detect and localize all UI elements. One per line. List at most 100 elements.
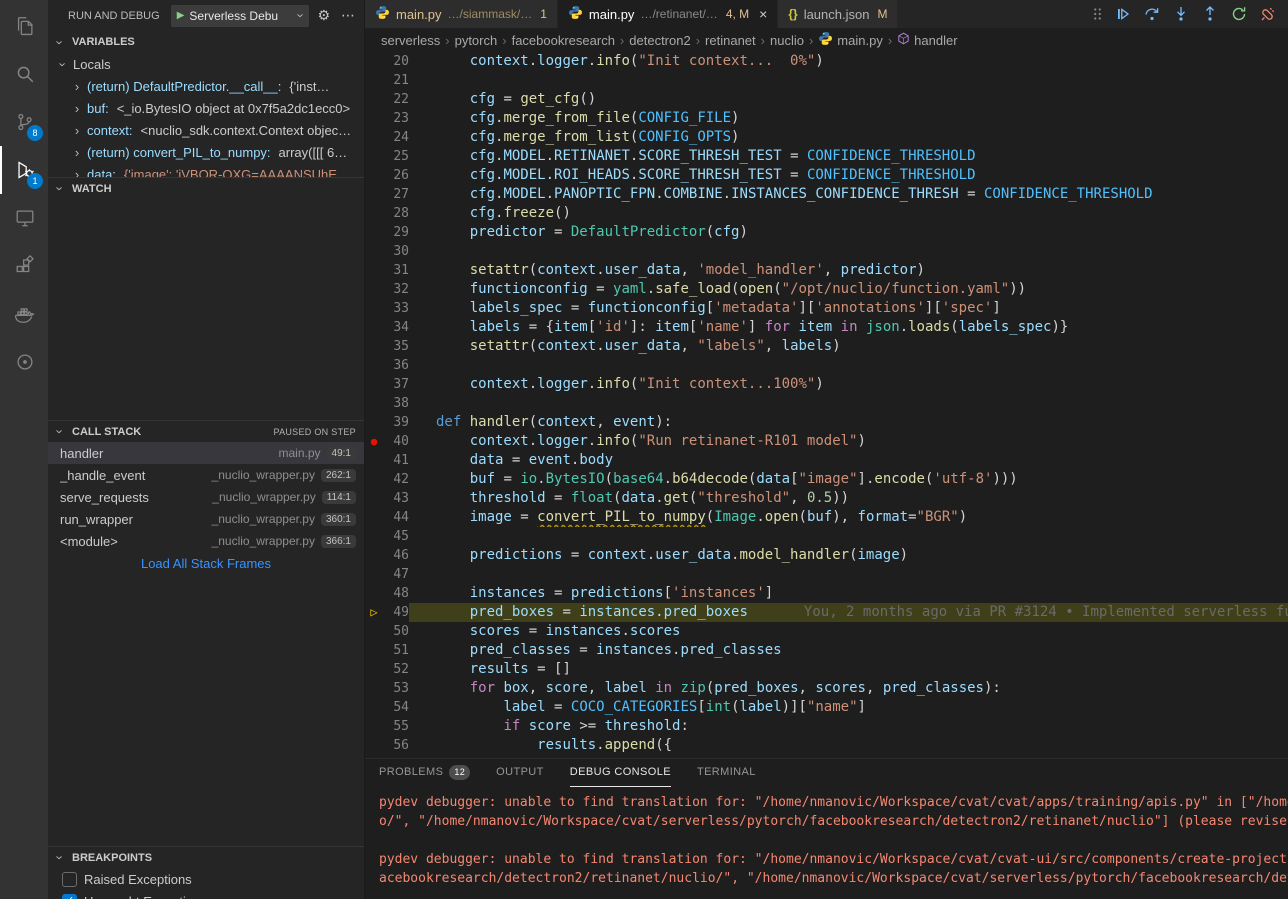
launch-config-dropdown[interactable]: ▶ Serverless Debu › [171, 5, 310, 27]
code-editor[interactable]: 20 context.logger.info("Init context... … [365, 52, 1288, 758]
code-text: predictor = DefaultPredictor(cfg) [409, 223, 1288, 242]
stack-frame[interactable]: <module>_nuclio_wrapper.py366:1 [48, 530, 364, 552]
drag-handle-icon[interactable] [1093, 6, 1102, 22]
panel-tab-problems[interactable]: PROBLEMS12 [379, 759, 470, 787]
code-text: cfg.MODEL.PANOPTIC_FPN.COMBINE.INSTANCES… [409, 185, 1288, 204]
breakpoint-row[interactable]: Uncaught Exceptions [48, 890, 364, 899]
frame-file: main.py [279, 446, 321, 460]
gutter [365, 679, 383, 698]
line-number: 31 [383, 261, 409, 280]
code-line: 21 [365, 71, 1288, 90]
close-icon[interactable]: × [759, 6, 767, 22]
chevron-right-icon: › [70, 102, 84, 115]
code-text: if score >= threshold: [409, 717, 1288, 736]
breadcrumb-item[interactable]: retinanet [705, 33, 756, 48]
activity-source-control[interactable]: 8 [0, 98, 48, 146]
line-number: 54 [383, 698, 409, 717]
line-number: 37 [383, 375, 409, 394]
code-line: 46 predictions = context.user_data.model… [365, 546, 1288, 565]
variable-row[interactable]: ›(return) convert_PIL_to_numpy:array([[[… [48, 141, 364, 163]
stack-frame[interactable]: handlermain.py49:1 [48, 442, 364, 464]
code-text: results = [] [409, 660, 1288, 679]
code-line: 36 [365, 356, 1288, 375]
variable-row[interactable]: ›context:<nuclio_sdk.context.Context obj… [48, 119, 364, 141]
breadcrumb-item[interactable]: detectron2 [629, 33, 690, 48]
breadcrumb-item[interactable]: serverless [381, 33, 440, 48]
watch-section-header[interactable]: › WATCH [48, 177, 364, 199]
start-debugging-icon[interactable]: ▶ [177, 10, 185, 21]
step-out-icon[interactable] [1202, 6, 1218, 22]
frame-file: _nuclio_wrapper.py [212, 490, 315, 504]
code-text: predictions = context.user_data.model_ha… [409, 546, 1288, 565]
chevron-down-icon: › [54, 424, 67, 440]
panel-tab-debug-console[interactable]: DEBUG CONSOLE [570, 759, 671, 787]
tab-main-py[interactable]: main.py…/siammask/…1 [365, 0, 558, 28]
tab-launch-json[interactable]: {}launch.jsonM [778, 0, 898, 28]
gutter [365, 375, 383, 394]
line-number: 30 [383, 242, 409, 261]
watch-title: WATCH [72, 183, 112, 195]
activity-record[interactable] [0, 338, 48, 386]
tab-main-py[interactable]: main.py…/retinanet/…4, M× [558, 0, 778, 28]
step-into-icon[interactable] [1173, 6, 1189, 22]
breadcrumb-item[interactable]: nuclio [770, 33, 804, 48]
git-blame-annotation: You, 2 months ago via PR #3124 • Impleme… [804, 604, 1288, 620]
activity-docker[interactable] [0, 290, 48, 338]
variables-section-header[interactable]: › VARIABLES [48, 31, 364, 53]
stack-frame[interactable]: serve_requests_nuclio_wrapper.py114:1 [48, 486, 364, 508]
step-over-icon[interactable] [1144, 6, 1160, 22]
gutter [365, 470, 383, 489]
variable-row[interactable]: ›data:{'image': 'iVBOR-OXG=AAAANSUhE… [48, 163, 364, 177]
breadcrumb-item[interactable]: pytorch [455, 33, 498, 48]
more-actions-icon[interactable]: ⋯ [338, 7, 358, 24]
disconnect-icon[interactable] [1260, 6, 1276, 22]
line-number: 43 [383, 489, 409, 508]
load-all-stack-frames-link[interactable]: Load All Stack Frames [48, 552, 364, 576]
scope-locals[interactable]: › Locals [48, 53, 364, 75]
breakpoints-section-header[interactable]: › BREAKPOINTS [48, 846, 364, 868]
activity-explorer[interactable] [0, 2, 48, 50]
problems-count-badge: 12 [449, 765, 470, 780]
stack-frame[interactable]: _handle_event_nuclio_wrapper.py262:1 [48, 464, 364, 486]
code-text: cfg.MODEL.ROI_HEADS.SCORE_THRESH_TEST = … [409, 166, 1288, 185]
stack-frame[interactable]: run_wrapper_nuclio_wrapper.py360:1 [48, 508, 364, 530]
frame-line-badge: 262:1 [321, 469, 356, 482]
code-text: buf = io.BytesIO(base64.b64decode(data["… [409, 470, 1288, 489]
variable-row[interactable]: ›(return) DefaultPredictor.__call__:{'in… [48, 75, 364, 97]
gutter [365, 736, 383, 755]
breadcrumb-item[interactable]: facebookresearch [512, 33, 615, 48]
breadcrumb-item[interactable]: handler [897, 32, 957, 48]
gutter [365, 413, 383, 432]
gutter [365, 394, 383, 413]
current-line-arrow-icon: ▷ [365, 603, 383, 622]
breakpoint-row[interactable]: Raised Exceptions [48, 868, 364, 890]
breakpoint-icon[interactable]: ● [365, 432, 383, 451]
line-number: 50 [383, 622, 409, 641]
call-stack-section-header[interactable]: › CALL STACK PAUSED ON STEP [48, 420, 364, 442]
activity-search[interactable] [0, 50, 48, 98]
panel-tab-label: TERMINAL [697, 759, 756, 786]
variable-row[interactable]: ›buf:<_io.BytesIO object at 0x7f5a2dc1ec… [48, 97, 364, 119]
activity-extensions[interactable] [0, 242, 48, 290]
panel-tab-output[interactable]: OUTPUT [496, 759, 544, 787]
call-stack-title: CALL STACK [72, 426, 141, 438]
checkbox[interactable] [62, 894, 77, 899]
activity-remote-explorer[interactable] [0, 194, 48, 242]
activity-run-and-debug[interactable]: 1 [0, 146, 48, 194]
code-line: 51 pred_classes = instances.pred_classes [365, 641, 1288, 660]
gutter [365, 717, 383, 736]
gear-icon[interactable]: ⚙ [314, 7, 333, 24]
code-text: pred_boxes = instances.pred_boxesYou, 2 … [409, 603, 1288, 622]
gutter [365, 242, 383, 261]
breakpoints-title: BREAKPOINTS [72, 852, 152, 864]
debug-console-output[interactable]: pydev debugger: unable to find translati… [365, 787, 1288, 899]
breadcrumb-item[interactable]: main.py [818, 31, 883, 49]
checkbox[interactable] [62, 872, 77, 887]
continue-icon[interactable] [1115, 6, 1131, 22]
restart-icon[interactable] [1231, 6, 1247, 22]
gutter [365, 280, 383, 299]
panel-tab-terminal[interactable]: TERMINAL [697, 759, 756, 787]
code-line: 33 labels_spec = functionconfig['metadat… [365, 299, 1288, 318]
variable-name: (return) DefaultPredictor.__call__: [87, 79, 281, 94]
code-text: context.logger.info("Init context... 0%"… [409, 52, 1288, 71]
